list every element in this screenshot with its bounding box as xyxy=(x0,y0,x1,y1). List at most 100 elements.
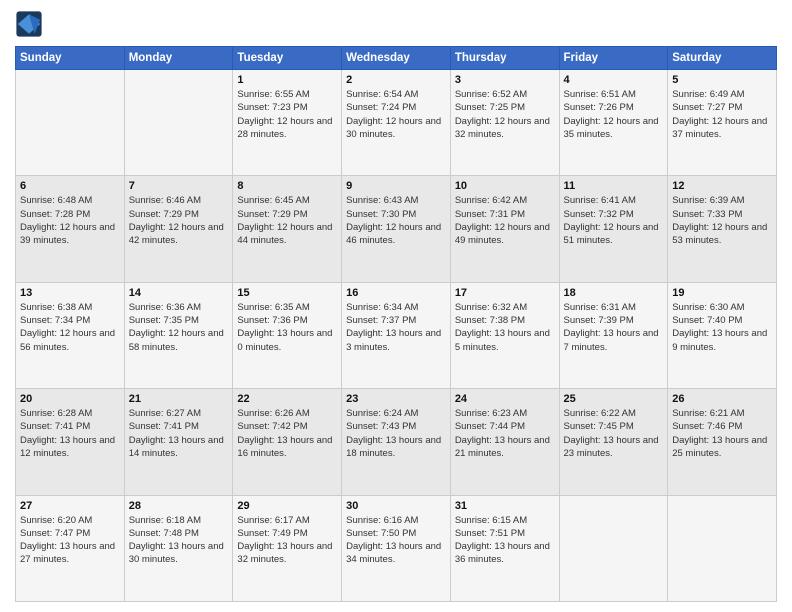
day-detail: Sunrise: 6:36 AM Sunset: 7:35 PM Dayligh… xyxy=(129,301,229,354)
calendar-cell: 30 Sunrise: 6:16 AM Sunset: 7:50 PM Dayli… xyxy=(342,495,451,601)
calendar-cell: 6Sunrise: 6:48 AM Sunset: 7:28 PM Daylig… xyxy=(16,176,125,282)
day-detail: Sunrise: 6:43 AM Sunset: 7:30 PM Dayligh… xyxy=(346,194,446,247)
day-number: 8 xyxy=(237,180,337,192)
day-number: 27 xyxy=(20,500,120,512)
day-number: 29 xyxy=(237,500,337,512)
day-detail: Sunrise: 6:15 AM Sunset: 7:51 PM Dayligh… xyxy=(455,514,555,567)
day-detail: Sunrise: 6:49 AM Sunset: 7:27 PM Dayligh… xyxy=(672,88,772,141)
day-number: 20 xyxy=(20,393,120,405)
day-detail: Sunrise: 6:18 AM Sunset: 7:48 PM Dayligh… xyxy=(129,514,229,567)
calendar-cell: 29 Sunrise: 6:17 AM Sunset: 7:49 PM Dayli… xyxy=(233,495,342,601)
calendar-cell: 7 Sunrise: 6:46 AM Sunset: 7:29 PM Daylig… xyxy=(124,176,233,282)
day-number: 21 xyxy=(129,393,229,405)
day-detail: Sunrise: 6:34 AM Sunset: 7:37 PM Dayligh… xyxy=(346,301,446,354)
calendar-cell: 3 Sunrise: 6:52 AM Sunset: 7:25 PM Daylig… xyxy=(450,70,559,176)
calendar-cell: 2Sunrise: 6:54 AM Sunset: 7:24 PM Daylig… xyxy=(342,70,451,176)
calendar-header-monday: Monday xyxy=(124,47,233,70)
day-detail: Sunrise: 6:28 AM Sunset: 7:41 PM Dayligh… xyxy=(20,407,120,460)
calendar-header-saturday: Saturday xyxy=(668,47,777,70)
calendar-cell xyxy=(124,70,233,176)
day-detail: Sunrise: 6:46 AM Sunset: 7:29 PM Dayligh… xyxy=(129,194,229,247)
day-number: 19 xyxy=(672,287,772,299)
day-detail: Sunrise: 6:27 AM Sunset: 7:41 PM Dayligh… xyxy=(129,407,229,460)
calendar-week-5: 27 Sunrise: 6:20 AM Sunset: 7:47 PM Dayli… xyxy=(16,495,777,601)
calendar-cell: 9 Sunrise: 6:43 AM Sunset: 7:30 PM Daylig… xyxy=(342,176,451,282)
calendar-cell: 21 Sunrise: 6:27 AM Sunset: 7:41 PM Dayli… xyxy=(124,389,233,495)
day-number: 18 xyxy=(564,287,664,299)
calendar-header-row: SundayMondayTuesdayWednesdayThursdayFrid… xyxy=(16,47,777,70)
day-detail: Sunrise: 6:52 AM Sunset: 7:25 PM Dayligh… xyxy=(455,88,555,141)
calendar-cell: 4Sunrise: 6:51 AM Sunset: 7:26 PM Daylig… xyxy=(559,70,668,176)
day-number: 1 xyxy=(237,74,337,86)
day-number: 25 xyxy=(564,393,664,405)
day-detail: Sunrise: 6:22 AM Sunset: 7:45 PM Dayligh… xyxy=(564,407,664,460)
day-number: 14 xyxy=(129,287,229,299)
day-detail: Sunrise: 6:23 AM Sunset: 7:44 PM Dayligh… xyxy=(455,407,555,460)
calendar-cell: 19Sunrise: 6:30 AM Sunset: 7:40 PM Dayli… xyxy=(668,282,777,388)
calendar-cell: 5Sunrise: 6:49 AM Sunset: 7:27 PM Daylig… xyxy=(668,70,777,176)
day-detail: Sunrise: 6:31 AM Sunset: 7:39 PM Dayligh… xyxy=(564,301,664,354)
calendar-header-friday: Friday xyxy=(559,47,668,70)
day-number: 17 xyxy=(455,287,555,299)
calendar-week-1: 1 Sunrise: 6:55 AM Sunset: 7:23 PM Daylig… xyxy=(16,70,777,176)
calendar-cell: 15 Sunrise: 6:35 AM Sunset: 7:36 PM Dayli… xyxy=(233,282,342,388)
calendar-cell: 11 Sunrise: 6:41 AM Sunset: 7:32 PM Dayli… xyxy=(559,176,668,282)
calendar-header-tuesday: Tuesday xyxy=(233,47,342,70)
day-number: 2 xyxy=(346,74,446,86)
day-number: 10 xyxy=(455,180,555,192)
day-number: 22 xyxy=(237,393,337,405)
calendar-cell: 10 Sunrise: 6:42 AM Sunset: 7:31 PM Dayli… xyxy=(450,176,559,282)
calendar-week-2: 6Sunrise: 6:48 AM Sunset: 7:28 PM Daylig… xyxy=(16,176,777,282)
calendar-cell: 28 Sunrise: 6:18 AM Sunset: 7:48 PM Dayli… xyxy=(124,495,233,601)
day-detail: Sunrise: 6:24 AM Sunset: 7:43 PM Dayligh… xyxy=(346,407,446,460)
day-number: 31 xyxy=(455,500,555,512)
day-detail: Sunrise: 6:26 AM Sunset: 7:42 PM Dayligh… xyxy=(237,407,337,460)
calendar-cell: 13 Sunrise: 6:38 AM Sunset: 7:34 PM Dayli… xyxy=(16,282,125,388)
day-number: 13 xyxy=(20,287,120,299)
day-number: 11 xyxy=(564,180,664,192)
day-number: 12 xyxy=(672,180,772,192)
calendar-header-sunday: Sunday xyxy=(16,47,125,70)
calendar-cell: 16 Sunrise: 6:34 AM Sunset: 7:37 PM Dayli… xyxy=(342,282,451,388)
calendar-cell: 1 Sunrise: 6:55 AM Sunset: 7:23 PM Daylig… xyxy=(233,70,342,176)
day-number: 30 xyxy=(346,500,446,512)
calendar-cell: 25 Sunrise: 6:22 AM Sunset: 7:45 PM Dayli… xyxy=(559,389,668,495)
day-number: 26 xyxy=(672,393,772,405)
calendar-cell: 26Sunrise: 6:21 AM Sunset: 7:46 PM Dayli… xyxy=(668,389,777,495)
day-detail: Sunrise: 6:20 AM Sunset: 7:47 PM Dayligh… xyxy=(20,514,120,567)
calendar-week-4: 20 Sunrise: 6:28 AM Sunset: 7:41 PM Dayli… xyxy=(16,389,777,495)
calendar-cell: 12 Sunrise: 6:39 AM Sunset: 7:33 PM Dayli… xyxy=(668,176,777,282)
day-number: 28 xyxy=(129,500,229,512)
day-number: 23 xyxy=(346,393,446,405)
day-number: 24 xyxy=(455,393,555,405)
day-detail: Sunrise: 6:39 AM Sunset: 7:33 PM Dayligh… xyxy=(672,194,772,247)
day-number: 7 xyxy=(129,180,229,192)
calendar-cell: 24 Sunrise: 6:23 AM Sunset: 7:44 PM Dayli… xyxy=(450,389,559,495)
day-detail: Sunrise: 6:35 AM Sunset: 7:36 PM Dayligh… xyxy=(237,301,337,354)
day-detail: Sunrise: 6:41 AM Sunset: 7:32 PM Dayligh… xyxy=(564,194,664,247)
calendar-cell: 31 Sunrise: 6:15 AM Sunset: 7:51 PM Dayli… xyxy=(450,495,559,601)
calendar-cell: 27 Sunrise: 6:20 AM Sunset: 7:47 PM Dayli… xyxy=(16,495,125,601)
day-number: 4 xyxy=(564,74,664,86)
day-detail: Sunrise: 6:38 AM Sunset: 7:34 PM Dayligh… xyxy=(20,301,120,354)
day-detail: Sunrise: 6:16 AM Sunset: 7:50 PM Dayligh… xyxy=(346,514,446,567)
calendar-cell xyxy=(668,495,777,601)
page: SundayMondayTuesdayWednesdayThursdayFrid… xyxy=(0,0,792,612)
day-detail: Sunrise: 6:45 AM Sunset: 7:29 PM Dayligh… xyxy=(237,194,337,247)
day-detail: Sunrise: 6:32 AM Sunset: 7:38 PM Dayligh… xyxy=(455,301,555,354)
calendar-cell: 8 Sunrise: 6:45 AM Sunset: 7:29 PM Daylig… xyxy=(233,176,342,282)
logo-icon xyxy=(15,10,43,38)
day-number: 15 xyxy=(237,287,337,299)
calendar-header-wednesday: Wednesday xyxy=(342,47,451,70)
day-detail: Sunrise: 6:55 AM Sunset: 7:23 PM Dayligh… xyxy=(237,88,337,141)
day-detail: Sunrise: 6:17 AM Sunset: 7:49 PM Dayligh… xyxy=(237,514,337,567)
calendar-cell: 20 Sunrise: 6:28 AM Sunset: 7:41 PM Dayli… xyxy=(16,389,125,495)
day-number: 16 xyxy=(346,287,446,299)
calendar-cell: 14 Sunrise: 6:36 AM Sunset: 7:35 PM Dayli… xyxy=(124,282,233,388)
calendar-cell: 22 Sunrise: 6:26 AM Sunset: 7:42 PM Dayli… xyxy=(233,389,342,495)
day-number: 9 xyxy=(346,180,446,192)
calendar-cell: 23 Sunrise: 6:24 AM Sunset: 7:43 PM Dayli… xyxy=(342,389,451,495)
calendar-cell: 18 Sunrise: 6:31 AM Sunset: 7:39 PM Dayli… xyxy=(559,282,668,388)
day-detail: Sunrise: 6:42 AM Sunset: 7:31 PM Dayligh… xyxy=(455,194,555,247)
day-number: 3 xyxy=(455,74,555,86)
